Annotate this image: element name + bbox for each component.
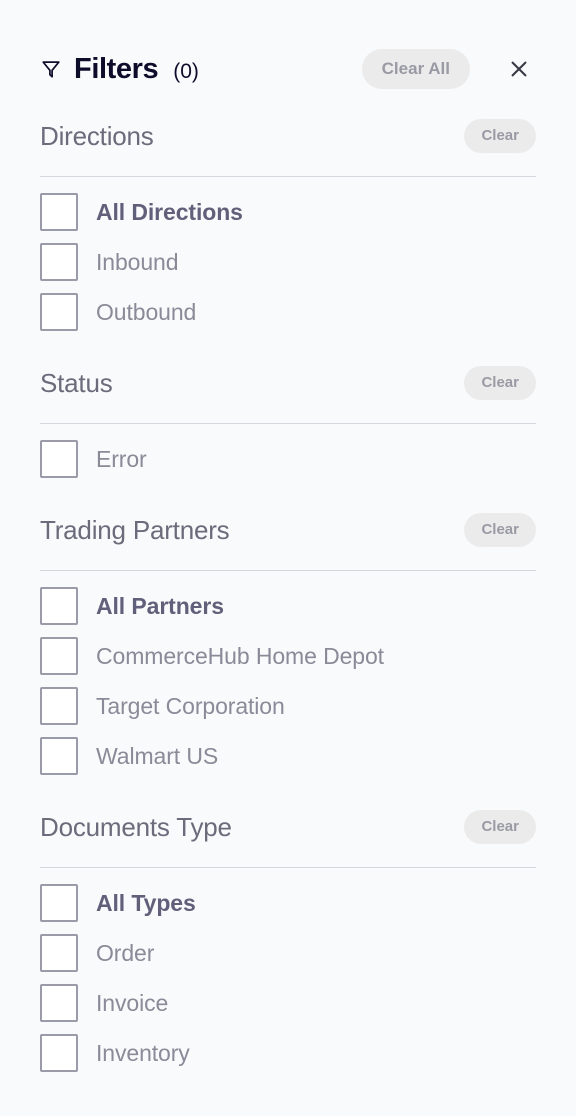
- section-title-trading-partners: Trading Partners: [40, 515, 230, 545]
- section-divider-trading-partners: [40, 570, 536, 571]
- filter-option-label: Invoice: [96, 989, 169, 1016]
- checkbox-icon[interactable]: [40, 1034, 78, 1072]
- checkbox-icon[interactable]: [40, 193, 78, 231]
- filter-option-row[interactable]: All Directions: [40, 187, 536, 237]
- filter-section-status: Status Clear Error: [40, 359, 536, 484]
- filters-count: (0): [173, 59, 199, 83]
- section-divider-documents-type: [40, 867, 536, 868]
- checkbox-icon[interactable]: [40, 737, 78, 775]
- filter-option-label: Order: [96, 939, 155, 966]
- clear-button-documents-type[interactable]: Clear: [464, 810, 536, 844]
- checkbox-icon[interactable]: [40, 293, 78, 331]
- filter-option-label: Outbound: [96, 298, 197, 325]
- filter-section-directions: Directions Clear All Directions Inbound Outb…: [40, 112, 536, 337]
- filter-option-label: All Types: [96, 889, 196, 916]
- section-header-status: Status Clear: [40, 359, 536, 407]
- filter-option-label: Error: [96, 445, 147, 472]
- filter-option-label: Target Corporation: [96, 692, 285, 719]
- section-title-status: Status: [40, 368, 113, 398]
- option-list-documents-type: All Types Order Invoice Inventory: [40, 878, 536, 1078]
- clear-button-trading-partners[interactable]: Clear: [464, 513, 536, 547]
- filter-option-row[interactable]: CommerceHub Home Depot: [40, 631, 536, 681]
- section-title-documents-type: Documents Type: [40, 812, 232, 842]
- filter-section-trading-partners: Trading Partners Clear All Partners Commerc…: [40, 506, 536, 781]
- filter-option-label: Inventory: [96, 1039, 190, 1066]
- checkbox-icon[interactable]: [40, 637, 78, 675]
- close-icon: [511, 61, 527, 77]
- checkbox-icon[interactable]: [40, 984, 78, 1022]
- section-header-trading-partners: Trading Partners Clear: [40, 506, 536, 554]
- filter-option-label: All Partners: [96, 592, 224, 619]
- filter-option-row[interactable]: Outbound: [40, 287, 536, 337]
- filters-panel-header: Filters (0) Clear All: [40, 0, 536, 112]
- clear-all-button[interactable]: Clear All: [361, 49, 470, 89]
- filter-option-row[interactable]: Error: [40, 434, 536, 484]
- filter-section-documents-type: Documents Type Clear All Types Order Invoice…: [40, 803, 536, 1078]
- filter-option-row[interactable]: Target Corporation: [40, 681, 536, 731]
- checkbox-icon[interactable]: [40, 934, 78, 972]
- filter-option-row[interactable]: Invoice: [40, 978, 536, 1028]
- filter-option-row[interactable]: Inventory: [40, 1028, 536, 1078]
- close-panel-button[interactable]: [502, 52, 536, 86]
- filter-option-label: Walmart US: [96, 742, 219, 769]
- checkbox-icon[interactable]: [40, 440, 78, 478]
- filter-option-row[interactable]: All Partners: [40, 581, 536, 631]
- option-list-directions: All Directions Inbound Outbound: [40, 187, 536, 337]
- filter-option-row[interactable]: Order: [40, 928, 536, 978]
- section-title-directions: Directions: [40, 121, 154, 151]
- page-title: Filters: [74, 52, 159, 85]
- checkbox-icon[interactable]: [40, 687, 78, 725]
- checkbox-icon[interactable]: [40, 884, 78, 922]
- checkbox-icon[interactable]: [40, 587, 78, 625]
- clear-button-status[interactable]: Clear: [464, 366, 536, 400]
- filter-option-row[interactable]: Inbound: [40, 237, 536, 287]
- checkbox-icon[interactable]: [40, 243, 78, 281]
- filters-panel: Filters (0) Clear All Directions Clear All…: [0, 0, 576, 1116]
- filter-sections: Directions Clear All Directions Inbound Outb…: [40, 112, 536, 1078]
- section-divider-directions: [40, 176, 536, 177]
- section-divider-status: [40, 423, 536, 424]
- filter-funnel-icon: [42, 61, 60, 78]
- section-header-directions: Directions Clear: [40, 112, 536, 160]
- clear-button-directions[interactable]: Clear: [464, 119, 536, 153]
- filter-option-label: Inbound: [96, 248, 179, 275]
- section-header-documents-type: Documents Type Clear: [40, 803, 536, 851]
- option-list-trading-partners: All Partners CommerceHub Home Depot Target…: [40, 581, 536, 781]
- filter-option-label: CommerceHub Home Depot: [96, 642, 384, 669]
- filter-option-row[interactable]: Walmart US: [40, 731, 536, 781]
- filter-option-label: All Directions: [96, 198, 243, 225]
- filter-option-row[interactable]: All Types: [40, 878, 536, 928]
- option-list-status: Error: [40, 434, 536, 484]
